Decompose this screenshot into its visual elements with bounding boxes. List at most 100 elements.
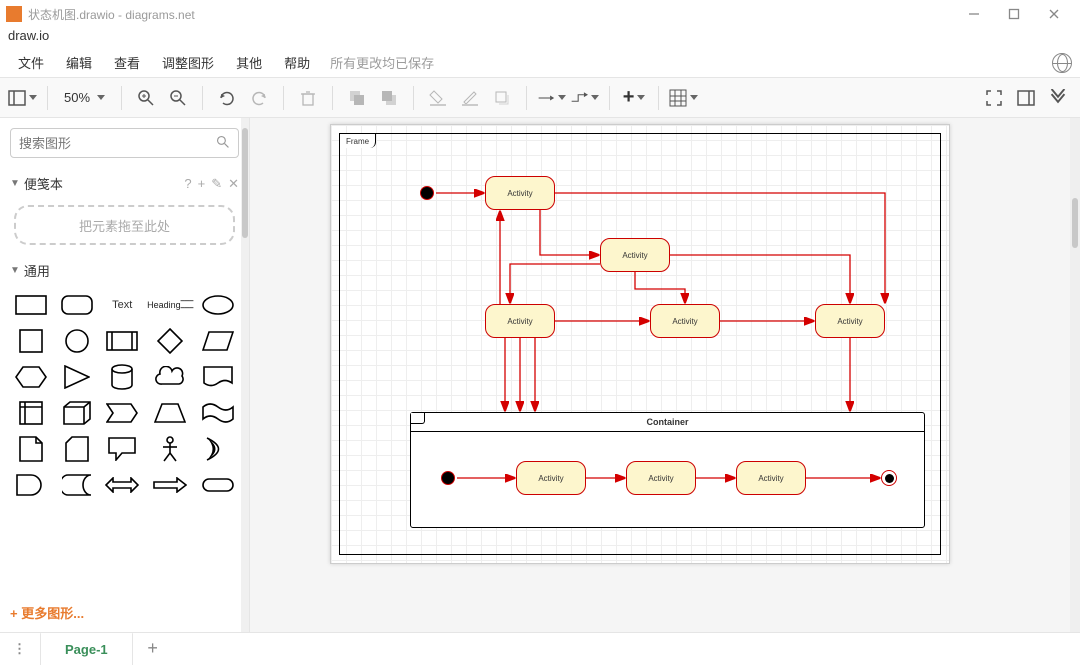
minimize-button[interactable] [954, 0, 994, 28]
canvas-scrollbar[interactable] [1070, 118, 1080, 632]
zoom-value: 50% [64, 90, 90, 105]
menu-edit[interactable]: 编辑 [56, 49, 102, 76]
container-shape[interactable]: Container Activity Activity Activity [410, 412, 925, 528]
fill-color-button[interactable] [424, 84, 452, 112]
shape-arrow-right[interactable] [147, 470, 193, 500]
container-activity-1[interactable]: Activity [516, 461, 586, 495]
shape-data-storage[interactable] [56, 470, 98, 500]
frame-shape[interactable]: Frame Activity Activity Activity Activit… [339, 133, 941, 555]
shape-triangle[interactable] [56, 362, 98, 392]
shape-circle[interactable] [56, 326, 98, 356]
help-icon[interactable]: ? [184, 176, 191, 192]
collapse-button[interactable] [1044, 84, 1072, 112]
container-end-node[interactable] [881, 470, 897, 486]
redo-button[interactable] [245, 84, 273, 112]
shape-textbox[interactable]: Heading━━━━━━ [147, 290, 193, 320]
shape-square[interactable] [10, 326, 52, 356]
start-node[interactable] [420, 186, 434, 200]
container-start-node[interactable] [441, 471, 455, 485]
more-shapes-button[interactable]: + 更多图形... [0, 593, 249, 632]
shape-cube[interactable] [56, 398, 98, 428]
shape-step[interactable] [101, 398, 143, 428]
connection-button[interactable] [537, 84, 566, 112]
shape-card[interactable] [56, 434, 98, 464]
zoom-dropdown[interactable]: 50% [58, 90, 111, 105]
shape-callout[interactable] [101, 434, 143, 464]
collapse-icon: ▼ [10, 265, 20, 276]
scratchpad-header[interactable]: ▼ 便笺本 ? + ✎ ✕ [0, 168, 249, 199]
activity-3[interactable]: Activity [485, 304, 555, 338]
shape-cloud[interactable] [147, 362, 193, 392]
shadow-button[interactable] [488, 84, 516, 112]
search-field[interactable] [19, 136, 216, 151]
close-icon[interactable]: ✕ [228, 176, 239, 192]
collapse-icon: ▼ [10, 178, 20, 189]
waypoint-button[interactable] [570, 84, 599, 112]
to-back-button[interactable] [375, 84, 403, 112]
to-front-button[interactable] [343, 84, 371, 112]
shapes-palette: Text Heading━━━━━━ [0, 286, 249, 504]
scratchpad-label: 便笺本 [24, 174, 63, 193]
fullscreen-button[interactable] [980, 84, 1008, 112]
shape-link[interactable] [197, 470, 239, 500]
menu-other[interactable]: 其他 [226, 49, 272, 76]
menu-adjust-shapes[interactable]: 调整图形 [152, 49, 224, 76]
line-color-button[interactable] [456, 84, 484, 112]
app-icon [6, 6, 22, 22]
window-titlebar: 状态机图.drawio - diagrams.net [0, 0, 1080, 28]
activity-4[interactable]: Activity [650, 304, 720, 338]
activity-1[interactable]: Activity [485, 176, 555, 210]
add-icon[interactable]: + [198, 176, 206, 192]
pages-menu-button[interactable]: ⋮ [0, 641, 40, 657]
shape-and[interactable] [10, 470, 52, 500]
menu-file[interactable]: 文件 [8, 49, 54, 76]
activity-2[interactable]: Activity [600, 238, 670, 272]
shape-trapezoid[interactable] [147, 398, 193, 428]
shape-arrow-both[interactable] [101, 470, 143, 500]
shape-diamond[interactable] [147, 326, 193, 356]
shape-rectangle[interactable] [10, 290, 52, 320]
search-shapes-input[interactable] [10, 128, 239, 158]
shape-hexagon[interactable] [10, 362, 52, 392]
menu-view[interactable]: 查看 [104, 49, 150, 76]
container-activity-3[interactable]: Activity [736, 461, 806, 495]
shape-actor[interactable] [147, 434, 193, 464]
shape-tape[interactable] [197, 398, 239, 428]
format-panel-button[interactable] [1012, 84, 1040, 112]
shape-cylinder[interactable] [101, 362, 143, 392]
canvas-area[interactable]: Frame Activity Activity Activity Activit… [250, 118, 1080, 632]
delete-button[interactable] [294, 84, 322, 112]
page-tab-1[interactable]: Page-1 [40, 632, 133, 665]
zoom-in-button[interactable] [132, 84, 160, 112]
close-button[interactable] [1034, 0, 1074, 28]
diagram-canvas[interactable]: Frame Activity Activity Activity Activit… [330, 124, 950, 564]
search-icon [216, 135, 230, 152]
activity-5[interactable]: Activity [815, 304, 885, 338]
undo-button[interactable] [213, 84, 241, 112]
shape-or[interactable] [197, 434, 239, 464]
shape-document[interactable] [197, 362, 239, 392]
insert-button[interactable]: + [620, 84, 648, 112]
general-shapes-header[interactable]: ▼ 通用 [0, 255, 249, 286]
edit-icon[interactable]: ✎ [211, 176, 222, 192]
shape-rounded-rect[interactable] [56, 290, 98, 320]
table-button[interactable] [669, 84, 698, 112]
shape-process[interactable] [101, 326, 143, 356]
scratchpad-dropzone[interactable]: 把元素拖至此处 [14, 205, 235, 245]
shape-note[interactable] [10, 434, 52, 464]
menu-help[interactable]: 帮助 [274, 49, 320, 76]
save-status: 所有更改均已保存 [330, 53, 434, 72]
maximize-button[interactable] [994, 0, 1034, 28]
language-icon[interactable] [1052, 53, 1072, 73]
shape-parallelogram[interactable] [197, 326, 239, 356]
menu-bar: 文件 编辑 查看 调整图形 其他 帮助 所有更改均已保存 [0, 48, 1080, 78]
add-page-button[interactable]: + [133, 638, 173, 659]
zoom-out-button[interactable] [164, 84, 192, 112]
sidebar-toggle-button[interactable] [8, 84, 37, 112]
shape-ellipse[interactable] [197, 290, 239, 320]
shape-text[interactable]: Text [101, 290, 143, 320]
shape-internal-storage[interactable] [10, 398, 52, 428]
frame-label: Frame [340, 134, 376, 148]
container-activity-2[interactable]: Activity [626, 461, 696, 495]
sidebar-scrollbar[interactable] [241, 118, 249, 632]
